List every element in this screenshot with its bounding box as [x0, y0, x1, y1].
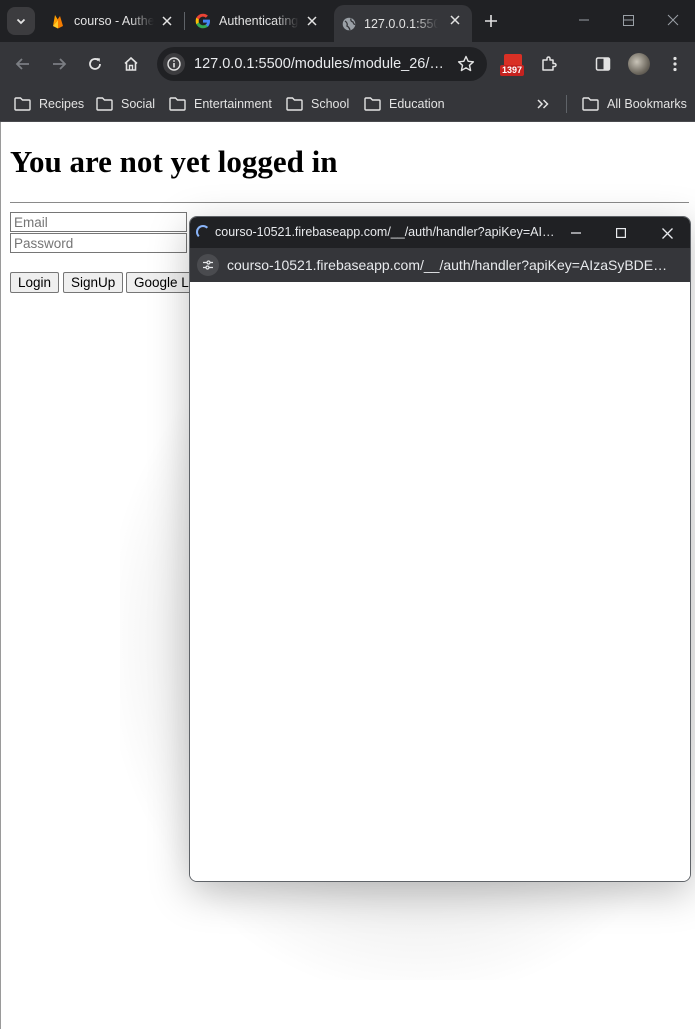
bookmark-label: School — [311, 97, 350, 111]
tab-courso-auth[interactable]: courso - Authentication — [44, 6, 184, 36]
folder-icon — [582, 97, 599, 111]
profile-avatar[interactable] — [628, 53, 650, 75]
more-vert-icon — [673, 56, 677, 72]
close-icon — [667, 14, 679, 26]
auth-popup-window[interactable]: courso-10521.firebaseapp.com/__/auth/han… — [189, 216, 691, 882]
bookmarks-separator — [566, 95, 567, 113]
tune-icon — [203, 260, 213, 270]
tab-title: courso - Authentication — [74, 14, 154, 28]
bookmark-label: Entertainment — [194, 97, 272, 111]
maximize-button[interactable] — [605, 0, 651, 40]
signup-button[interactable]: SignUp — [63, 272, 124, 293]
tab-close-icon[interactable] — [160, 14, 174, 28]
bookmark-school[interactable]: School — [286, 94, 349, 114]
divider — [10, 202, 689, 203]
reload-button[interactable] — [83, 52, 107, 76]
home-icon — [124, 56, 138, 71]
bookmark-entertainment[interactable]: Entertainment — [169, 94, 272, 114]
all-bookmarks[interactable]: All Bookmarks — [582, 94, 687, 114]
tab-separator — [184, 12, 185, 30]
extensions-button[interactable] — [537, 52, 561, 76]
browser-menu-button[interactable] — [663, 52, 687, 76]
tab-title: Authenticating with Google — [219, 14, 299, 28]
tab-title: 127.0.0.1:5500 — [364, 16, 438, 31]
popup-close-button[interactable] — [657, 223, 677, 243]
browser-chrome: courso - Authentication Authenticating w… — [0, 0, 695, 122]
browser-toolbar: 127.0.0.1:5500/modules/module_26/as... 1… — [0, 42, 695, 86]
star-icon[interactable] — [457, 55, 475, 73]
side-panel-icon — [595, 57, 611, 71]
chevron-double-right-icon[interactable] — [535, 96, 551, 112]
popup-url-text: courso-10521.firebaseapp.com/__/auth/han… — [227, 257, 672, 273]
minimize-icon — [579, 19, 589, 21]
loading-spinner-icon — [196, 225, 210, 239]
chevron-down-icon — [16, 18, 26, 25]
login-button[interactable]: Login — [10, 272, 60, 293]
maximize-icon — [616, 228, 626, 238]
reload-icon — [89, 58, 101, 70]
address-bar[interactable]: 127.0.0.1:5500/modules/module_26/as... — [157, 47, 487, 81]
minimize-icon — [571, 232, 581, 234]
globe-icon — [342, 17, 356, 31]
tab-strip: courso - Authentication Authenticating w… — [0, 0, 695, 42]
maximize-icon — [622, 14, 634, 26]
plus-icon — [485, 15, 497, 27]
back-button[interactable] — [11, 52, 35, 76]
bookmark-social[interactable]: Social — [96, 94, 155, 114]
bookmark-label: Education — [389, 97, 445, 111]
home-button[interactable] — [119, 52, 143, 76]
folder-icon — [286, 97, 303, 111]
arrow-left-icon — [15, 58, 29, 70]
bookmark-label: Recipes — [39, 97, 85, 111]
popup-maximize-button[interactable] — [611, 223, 631, 243]
bookmark-education[interactable]: Education — [364, 94, 445, 114]
tab-close-icon[interactable] — [305, 14, 319, 28]
bookmark-label: Social — [121, 97, 156, 111]
site-info-button[interactable] — [163, 53, 185, 75]
extension-badge-count: 1397 — [500, 65, 525, 76]
page-heading: You are not yet logged in — [10, 144, 338, 179]
popup-url-bar: courso-10521.firebaseapp.com/__/auth/han… — [190, 248, 690, 282]
close-icon — [661, 227, 673, 239]
folder-icon — [169, 97, 186, 111]
new-tab-button[interactable] — [480, 10, 502, 32]
forward-button[interactable] — [47, 52, 71, 76]
extension-badge[interactable]: 1397 — [500, 54, 526, 78]
minimize-button-2[interactable] — [561, 0, 607, 40]
tab-localhost[interactable]: 127.0.0.1:5500 — [334, 5, 472, 42]
close-window-button[interactable] — [650, 0, 695, 40]
google-icon — [195, 13, 211, 29]
password-field[interactable] — [10, 233, 187, 253]
folder-icon — [96, 97, 113, 111]
puzzle-icon — [542, 56, 557, 71]
popup-title: courso-10521.firebaseapp.com/__/auth/han… — [215, 225, 555, 239]
tab-close-icon[interactable] — [448, 13, 462, 27]
all-bookmarks-label: All Bookmarks — [607, 97, 687, 111]
bookmark-recipes[interactable]: Recipes — [14, 94, 84, 114]
tab-search-button[interactable] — [7, 7, 35, 35]
popup-body — [190, 282, 690, 881]
bookmarks-bar: Recipes Social Entertainment School Educ… — [0, 86, 695, 122]
address-text[interactable]: 127.0.0.1:5500/modules/module_26/as... — [194, 56, 449, 72]
site-settings-button[interactable] — [197, 254, 219, 276]
tab-authenticating-google[interactable]: Authenticating with Google — [189, 6, 329, 36]
email-field[interactable] — [10, 212, 187, 232]
folder-icon — [364, 97, 381, 111]
popup-titlebar[interactable]: courso-10521.firebaseapp.com/__/auth/han… — [190, 217, 690, 248]
firebase-icon — [50, 13, 66, 29]
arrow-right-icon — [53, 58, 67, 70]
popup-minimize-button[interactable] — [566, 223, 586, 243]
folder-icon — [14, 97, 31, 111]
side-panel-button[interactable] — [591, 52, 615, 76]
info-icon — [167, 57, 181, 71]
